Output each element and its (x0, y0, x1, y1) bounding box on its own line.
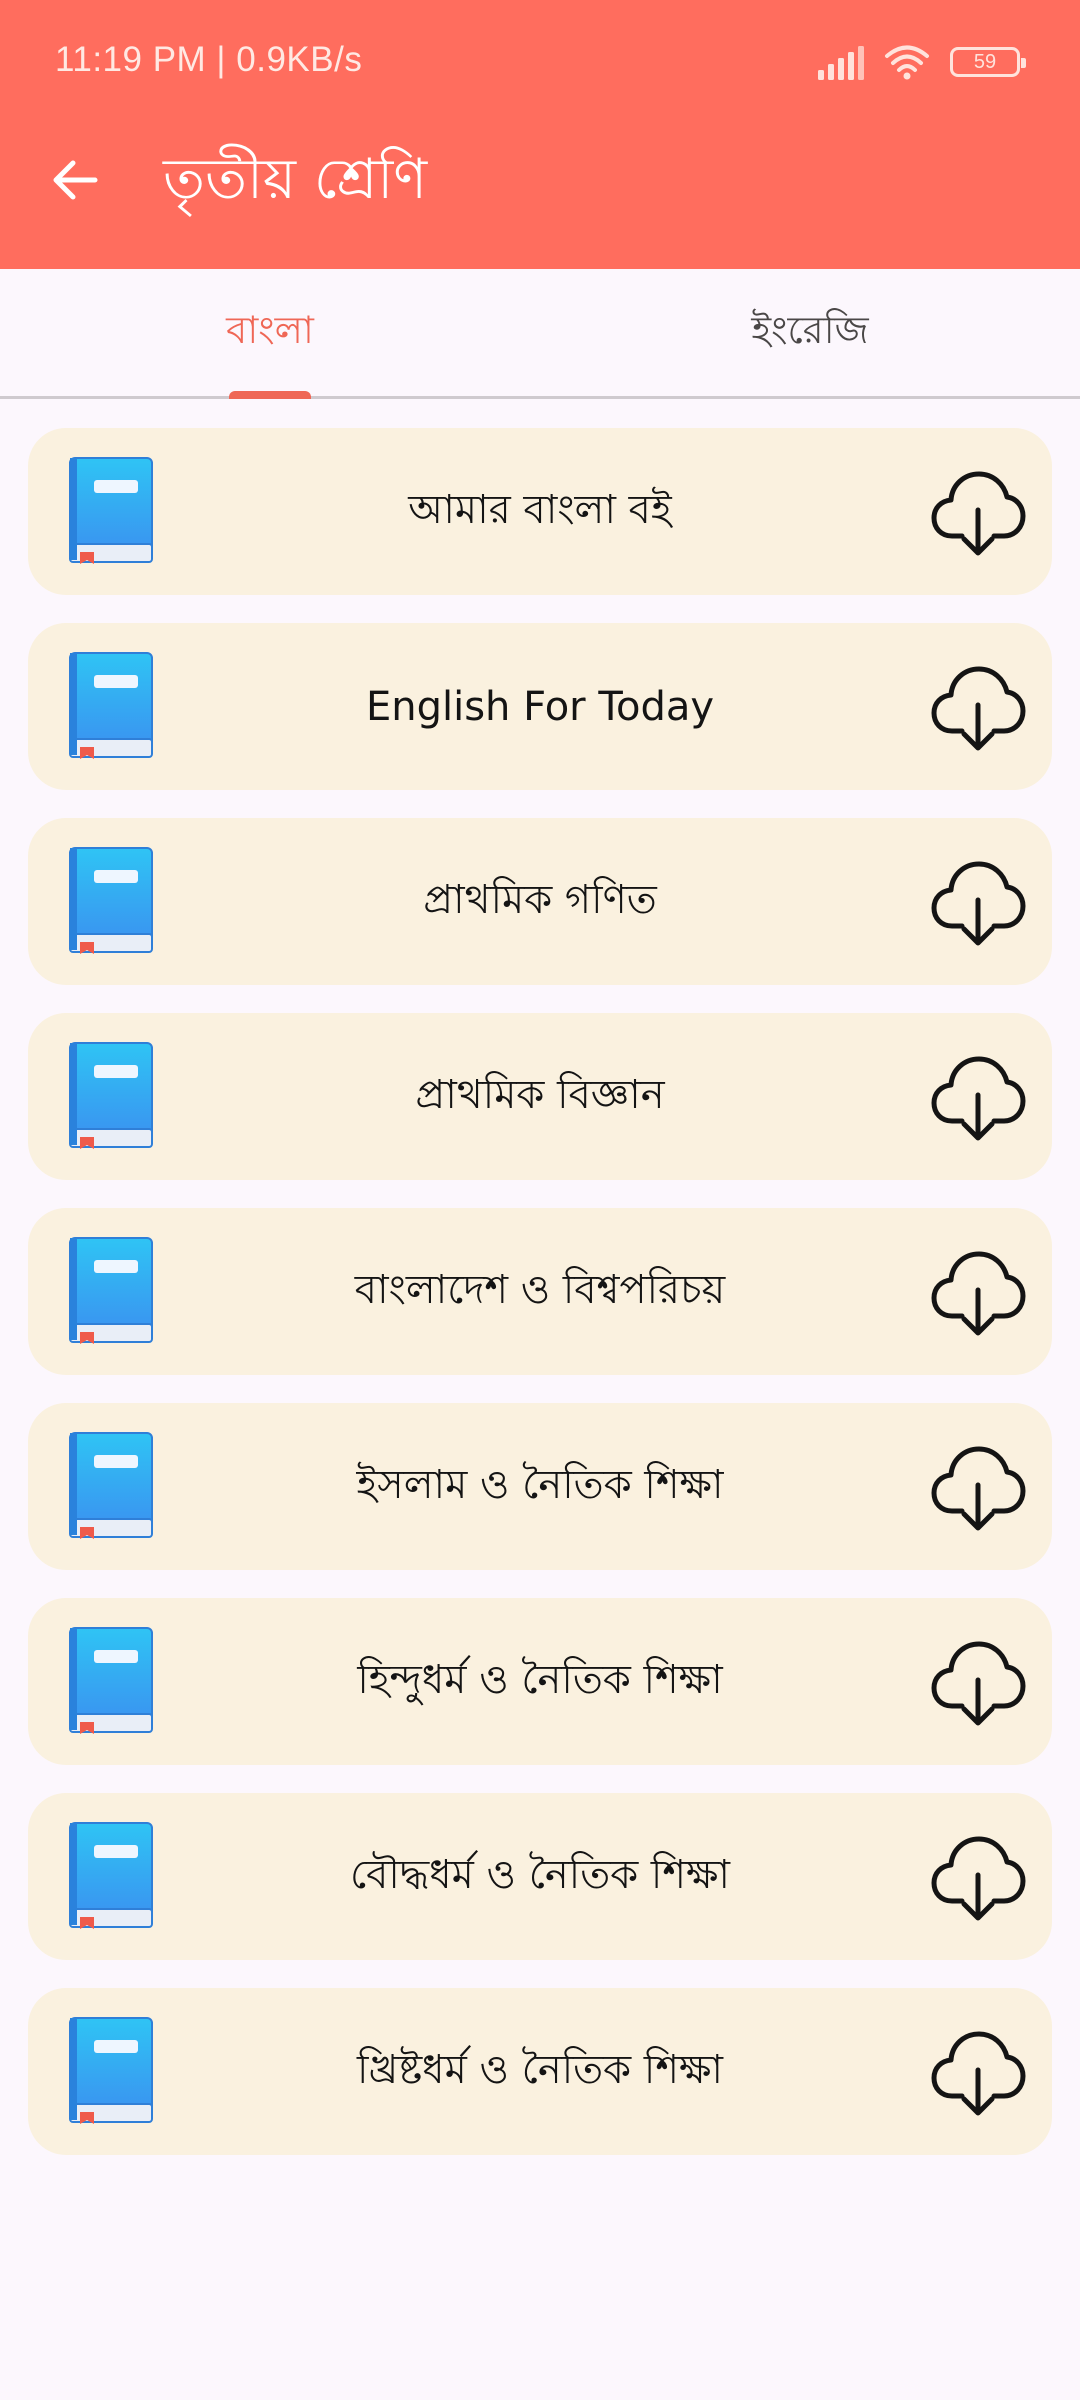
back-button[interactable] (40, 145, 110, 215)
tab-bar: বাংলা ইংরেজি (0, 269, 1080, 399)
page-title: তৃতীয় শ্রেণি (163, 147, 428, 212)
book-icon (69, 1042, 153, 1149)
book-title: বাংলাদেশ ও বিশ্বপরিচয় (354, 1267, 726, 1313)
book-icon (69, 1237, 153, 1344)
book-card[interactable]: ইসলাম ও নৈতিক শিক্ষা (28, 1403, 1052, 1570)
book-title: হিন্দুধর্ম ও নৈতিক শিক্ষা (357, 1657, 723, 1703)
book-title: প্রাথমিক বিজ্ঞান (415, 1072, 665, 1118)
book-icon (69, 2017, 153, 2124)
signal-bars-icon (818, 46, 864, 80)
battery-icon: 59 (950, 47, 1026, 77)
book-title: প্রাথমিক গণিত (423, 877, 657, 923)
cloud-download-icon[interactable] (930, 1244, 1026, 1340)
book-icon (69, 652, 153, 759)
book-card[interactable]: প্রাথমিক গণিত (28, 818, 1052, 985)
cloud-download-icon[interactable] (930, 464, 1026, 560)
book-title: English For Today (365, 683, 715, 730)
battery-level: 59 (973, 51, 997, 73)
cloud-download-icon[interactable] (930, 659, 1026, 755)
book-icon (69, 1432, 153, 1539)
book-title: ইসলাম ও নৈতিক শিক্ষা (356, 1462, 724, 1508)
wifi-icon (885, 45, 929, 80)
cloud-download-icon[interactable] (930, 1829, 1026, 1925)
book-list: আমার বাংলা বই English For Today প্রাথমিক… (28, 428, 1052, 2183)
book-icon (69, 457, 153, 564)
book-card[interactable]: হিন্দুধর্ম ও নৈতিক শিক্ষা (28, 1598, 1052, 1765)
book-icon (69, 1627, 153, 1734)
book-card[interactable]: প্রাথমিক বিজ্ঞান (28, 1013, 1052, 1180)
book-title: খ্রিষ্টধর্ম ও নৈতিক শিক্ষা (357, 2047, 723, 2093)
status-time: 11:19 PM | 0.9KB/s (55, 40, 363, 79)
book-card[interactable]: বৌদ্ধধর্ম ও নৈতিক শিক্ষা (28, 1793, 1052, 1960)
tab-bangla[interactable]: বাংলা (0, 269, 540, 399)
cloud-download-icon[interactable] (930, 2024, 1026, 2120)
book-card[interactable]: আমার বাংলা বই (28, 428, 1052, 595)
book-card[interactable]: খ্রিষ্টধর্ম ও নৈতিক শিক্ষা (28, 1988, 1052, 2155)
status-icons: 59 (816, 40, 1026, 84)
cloud-download-icon[interactable] (930, 854, 1026, 950)
cloud-download-icon[interactable] (930, 1439, 1026, 1535)
status-bar: 11:19 PM | 0.9KB/s 59 (0, 0, 1080, 124)
cloud-download-icon[interactable] (930, 1049, 1026, 1145)
cloud-download-icon[interactable] (930, 1634, 1026, 1730)
book-icon (69, 1822, 153, 1929)
active-tab-indicator (229, 391, 311, 399)
book-card[interactable]: English For Today (28, 623, 1052, 790)
arrow-left-icon (53, 160, 98, 200)
app-bar: 11:19 PM | 0.9KB/s 59 তৃতীয় শ্রেণি (0, 0, 1080, 269)
tab-english-label: ইংরেজি (751, 307, 869, 352)
tab-english[interactable]: ইংরেজি (540, 269, 1080, 396)
book-title: আমার বাংলা বই (408, 487, 672, 533)
book-icon (69, 847, 153, 954)
tab-bangla-label: বাংলা (226, 307, 314, 352)
book-card[interactable]: বাংলাদেশ ও বিশ্বপরিচয় (28, 1208, 1052, 1375)
book-title: বৌদ্ধধর্ম ও নৈতিক শিক্ষা (349, 1852, 731, 1898)
